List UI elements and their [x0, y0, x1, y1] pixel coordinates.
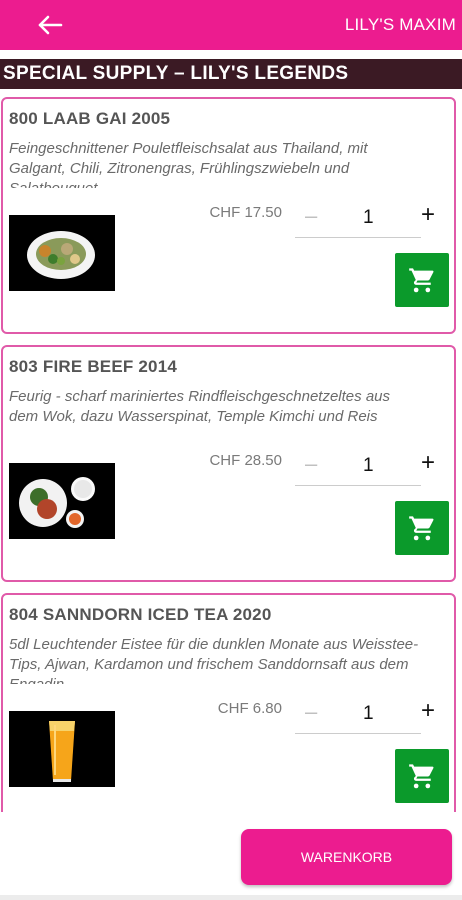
beef-plate-image	[9, 463, 115, 539]
quantity-value[interactable]: 1	[363, 207, 374, 229]
decrease-quantity-button[interactable]: –	[305, 451, 317, 477]
product-name: 804 SANNDORN ICED TEA 2020	[9, 605, 272, 624]
quantity-value[interactable]: 1	[363, 703, 374, 725]
product-name: 803 FIRE BEEF 2014	[9, 357, 178, 376]
app-bar: LILY'S MAXIM	[0, 0, 462, 50]
add-to-cart-button[interactable]	[395, 749, 449, 803]
app-title: LILY'S MAXIM	[344, 15, 456, 34]
product-price: CHF 17.50	[209, 204, 282, 221]
cart-button[interactable]: WARENKORB	[241, 829, 452, 885]
product-price: CHF 6.80	[217, 700, 282, 717]
increase-quantity-button[interactable]: +	[421, 449, 435, 477]
cart-icon	[409, 268, 434, 293]
cart-icon	[409, 764, 434, 789]
decrease-quantity-button[interactable]: –	[305, 699, 317, 725]
salad-plate-image	[9, 215, 115, 291]
product-card: 804 SANNDORN ICED TEA 2020 5dl Leuchtend…	[1, 593, 456, 830]
section-title: SPECIAL SUPPLY – LILY'S LEGENDS	[3, 63, 349, 84]
quantity-stepper: – 1 +	[295, 697, 435, 734]
bottom-divider	[0, 895, 462, 900]
increase-quantity-button[interactable]: +	[421, 697, 435, 725]
quantity-stepper: – 1 +	[295, 449, 435, 486]
quantity-stepper: – 1 +	[295, 201, 435, 238]
product-description: 5dl Leuchtender Eistee für die dunklen M…	[9, 636, 419, 684]
product-card: 803 FIRE BEEF 2014 Feurig - scharf marin…	[1, 345, 456, 582]
product-description: Feurig - scharf mariniertes Rindfleischg…	[9, 388, 390, 425]
section-header: SPECIAL SUPPLY – LILY'S LEGENDS	[0, 59, 462, 89]
back-button[interactable]	[34, 9, 66, 41]
cart-icon	[409, 516, 434, 541]
add-to-cart-button[interactable]	[395, 501, 449, 555]
product-name: 800 LAAB GAI 2005	[9, 109, 171, 128]
quantity-value[interactable]: 1	[363, 455, 374, 477]
product-card: 800 LAAB GAI 2005 Feingeschnittener Poul…	[1, 97, 456, 334]
arrow-left-icon	[38, 15, 63, 35]
add-to-cart-button[interactable]	[395, 253, 449, 307]
product-price: CHF 28.50	[209, 452, 282, 469]
decrease-quantity-button[interactable]: –	[305, 203, 317, 229]
iced-tea-glass-image	[9, 711, 115, 787]
product-description: Feingeschnittener Pouletfleischsalat aus…	[9, 140, 368, 188]
increase-quantity-button[interactable]: +	[421, 201, 435, 229]
